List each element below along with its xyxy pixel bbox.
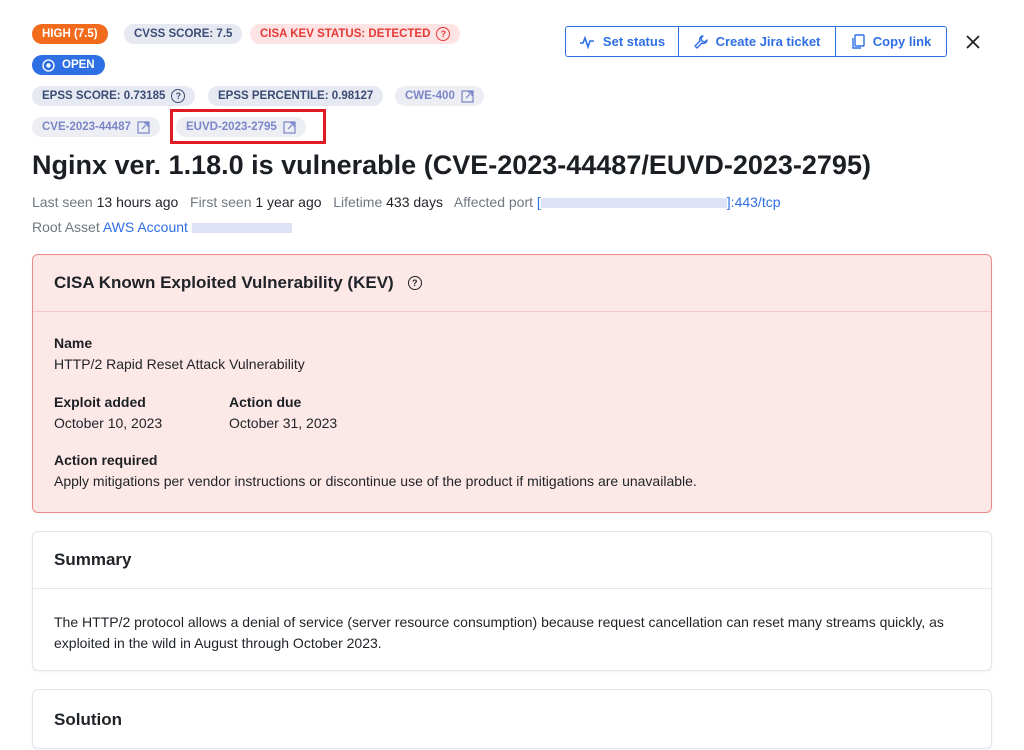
external-link-icon (461, 89, 474, 103)
question-circle-icon[interactable]: ? (436, 27, 451, 41)
epss-percentile-badge: EPSS PERCENTILE: 0.98127 (208, 86, 384, 106)
highlight-box (170, 109, 326, 144)
root-asset-link[interactable]: AWS Account (103, 219, 292, 235)
page-title: Nginx ver. 1.18.0 is vulnerable (CVE-202… (32, 150, 871, 180)
action-toolbar: Set status Create Jira ticket Copy link (565, 26, 947, 57)
external-link-icon (137, 120, 150, 134)
kev-name-value: HTTP/2 Rapid Reset Attack Vulnerability (54, 356, 305, 372)
exploit-added-value: October 10, 2023 (54, 415, 163, 431)
affected-port-link[interactable]: []:443/tcp (537, 194, 781, 210)
wrench-icon (693, 34, 708, 49)
summary-card-title: Summary (54, 550, 132, 569)
first-seen-value: 1 year ago (255, 194, 322, 210)
severity-badge-label: HIGH (7.5) (42, 28, 98, 40)
solution-card-title: Solution (54, 710, 122, 729)
kev-card: CISA Known Exploited Vulnerability (KEV)… (32, 254, 992, 513)
copy-icon (852, 34, 865, 49)
create-jira-ticket-button[interactable]: Create Jira ticket (679, 27, 836, 56)
action-required-value: Apply mitigations per vendor instruction… (54, 473, 697, 489)
kev-status-label: CISA KEV STATUS: DETECTED (260, 28, 431, 40)
exploit-added-label: Exploit added (54, 394, 146, 410)
set-status-label: Set status (602, 34, 666, 49)
solution-card-header: Solution (33, 690, 991, 750)
epss-score-label: EPSS SCORE: 0.73185 (42, 90, 166, 102)
root-asset-line: Root Asset AWS Account (32, 219, 292, 235)
cvss-score-label: CVSS SCORE: 7.5 (134, 28, 233, 40)
action-required-label: Action required (54, 452, 158, 468)
action-due-label: Action due (229, 394, 302, 410)
copy-link-button[interactable]: Copy link (836, 27, 946, 56)
cvss-score-badge: CVSS SCORE: 7.5 (124, 24, 243, 44)
summary-text: The HTTP/2 protocol allows a denial of s… (54, 614, 944, 651)
summary-card: Summary The HTTP/2 protocol allows a den… (32, 531, 992, 671)
severity-badge: HIGH (7.5) (32, 24, 108, 44)
epss-score-badge[interactable]: EPSS SCORE: 0.73185 ? (32, 86, 196, 106)
cwe-link-badge[interactable]: CWE-400 (395, 86, 484, 106)
kev-card-header: CISA Known Exploited Vulnerability (KEV)… (33, 255, 991, 312)
close-icon[interactable] (962, 31, 984, 53)
root-asset-value: AWS Account (102, 219, 188, 235)
kev-name-label: Name (54, 335, 93, 351)
create-jira-ticket-label: Create Jira ticket (715, 34, 821, 49)
cve-link-label: CVE-2023-44487 (42, 121, 131, 133)
copy-link-label: Copy link (872, 34, 932, 49)
last-seen-label: Last seen (32, 194, 93, 210)
lifetime-label: Lifetime (333, 194, 383, 210)
affected-port-label: Affected port (453, 194, 534, 210)
redacted-ip (540, 198, 727, 209)
redacted-account-id (191, 223, 292, 234)
root-asset-label: Root Asset (32, 219, 100, 235)
status-badge: OPEN (32, 55, 105, 75)
last-seen-value: 13 hours ago (96, 194, 179, 210)
question-circle-icon[interactable]: ? (407, 276, 422, 290)
summary-card-header: Summary (33, 532, 991, 589)
first-seen-label: First seen (190, 194, 252, 210)
open-status-icon (42, 58, 55, 72)
solution-card: Solution (32, 689, 992, 749)
epss-percentile-label: EPSS PERCENTILE: 0.98127 (218, 90, 374, 102)
action-due-value: October 31, 2023 (229, 415, 338, 431)
lifetime-value: 433 days (386, 194, 443, 210)
cve-link-badge[interactable]: CVE-2023-44487 (32, 117, 160, 137)
meta-line: Last seen 13 hours ago First seen 1 year… (32, 194, 781, 210)
status-badge-label: OPEN (62, 59, 95, 71)
pulse-icon (579, 35, 594, 49)
kev-card-title: CISA Known Exploited Vulnerability (KEV) (54, 273, 394, 292)
kev-status-badge[interactable]: CISA KEV STATUS: DETECTED ? (250, 24, 461, 44)
set-status-button[interactable]: Set status (566, 27, 679, 56)
question-circle-icon[interactable]: ? (171, 89, 186, 103)
affected-port-suffix: ]:443/tcp (726, 194, 781, 210)
cwe-link-label: CWE-400 (405, 90, 455, 102)
